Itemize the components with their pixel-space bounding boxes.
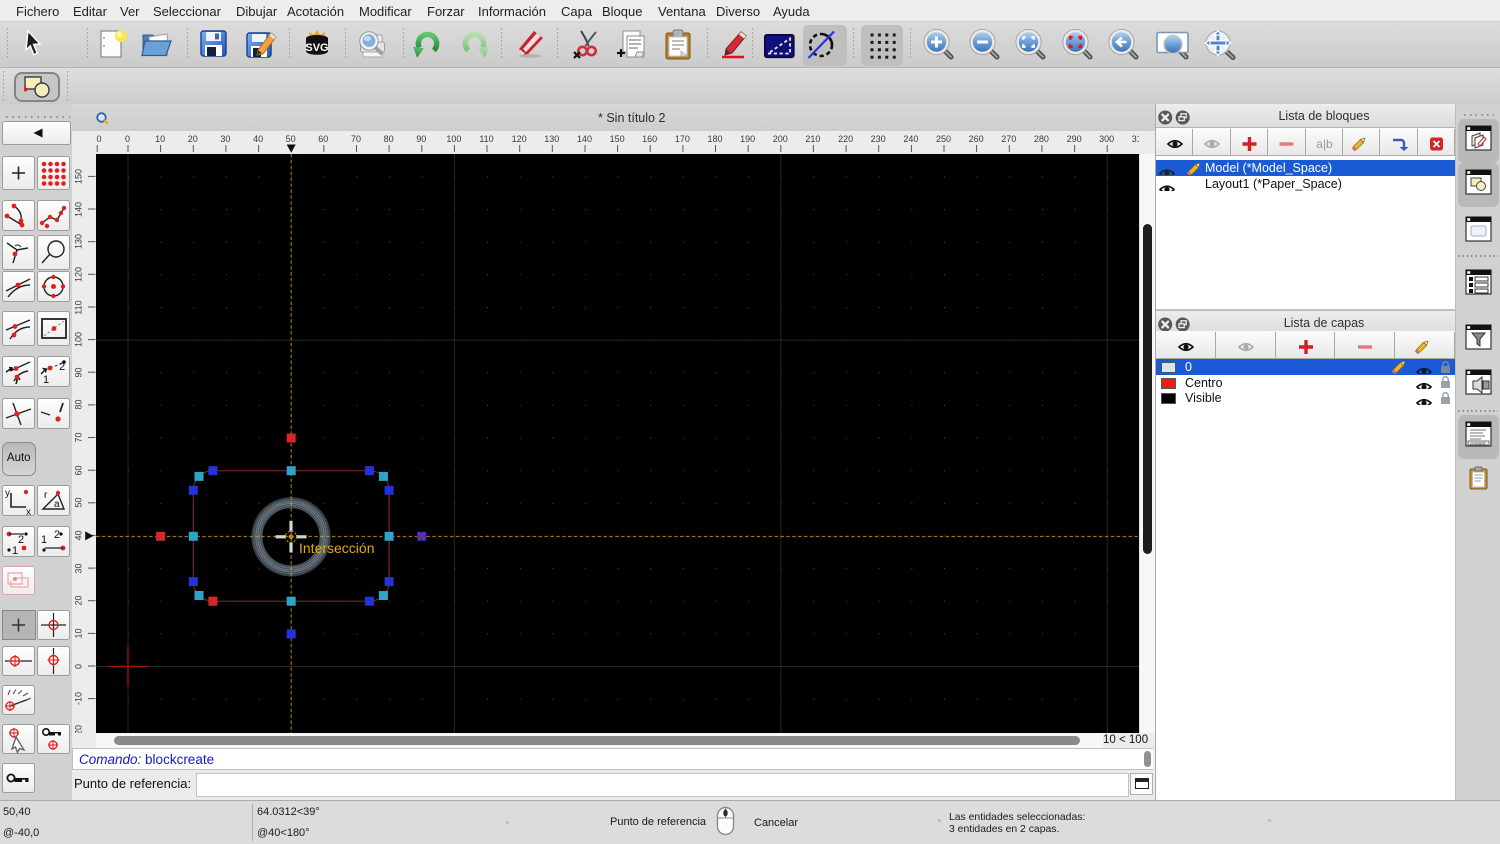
svg-text:Intersección: Intersección [299, 540, 374, 556]
svg-text:y: y [5, 488, 10, 499]
svg-text:x: x [26, 507, 31, 516]
svg-text:1: 1 [43, 374, 49, 386]
svg-text:command: command [1470, 441, 1485, 445]
svg-text:2: 2 [54, 529, 60, 541]
svg-text:1: 1 [12, 545, 18, 557]
svg-text:SVG: SVG [305, 42, 328, 54]
svg-text:2: 2 [18, 534, 24, 546]
svg-text:2: 2 [59, 361, 65, 373]
svg-text:1: 1 [41, 534, 47, 546]
svg-text:a|b: a|b [1316, 137, 1333, 151]
svg-text:r: r [44, 490, 48, 501]
svg-text:a: a [54, 499, 60, 510]
